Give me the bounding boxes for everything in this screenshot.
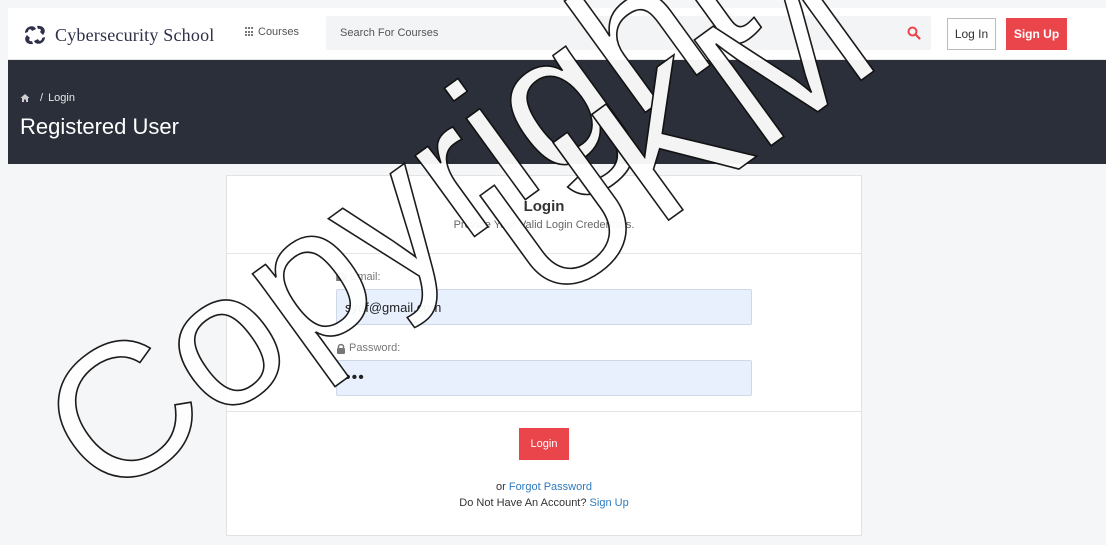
or-text: or bbox=[496, 481, 506, 493]
password-label-text: Password: bbox=[349, 342, 401, 354]
signup-button[interactable]: Sign Up bbox=[1006, 18, 1067, 50]
courses-label: Courses bbox=[258, 26, 299, 38]
brand[interactable]: Cybersecurity School bbox=[22, 22, 214, 48]
login-form: Email: Password: ••• bbox=[227, 254, 861, 412]
logo-icon bbox=[25, 25, 45, 45]
login-submit-button[interactable]: Login bbox=[519, 428, 569, 460]
page-banner: / Login Registered User bbox=[8, 60, 1106, 164]
forgot-password-line: or Forgot Password bbox=[227, 481, 861, 493]
no-account-text: Do Not Have An Account? bbox=[459, 497, 587, 509]
email-label: Email: bbox=[336, 271, 381, 283]
search-icon[interactable] bbox=[907, 26, 921, 40]
brand-name: Cybersecurity School bbox=[55, 24, 215, 45]
search-input[interactable] bbox=[326, 16, 886, 50]
breadcrumb: / Login bbox=[20, 92, 75, 104]
login-card: Login Provide Your Valid Login Credentia… bbox=[226, 175, 862, 536]
search-bar bbox=[326, 16, 931, 50]
card-title: Login bbox=[523, 198, 565, 215]
page-title: Registered User bbox=[20, 114, 179, 139]
courses-menu[interactable]: Courses bbox=[245, 26, 299, 38]
home-icon[interactable] bbox=[20, 93, 30, 103]
password-label: Password: bbox=[336, 342, 400, 354]
login-button[interactable]: Log In bbox=[947, 18, 996, 50]
envelope-icon bbox=[336, 273, 347, 281]
email-label-text: Email: bbox=[350, 271, 381, 283]
top-navbar: Cybersecurity School Courses Log In Sign… bbox=[8, 8, 1106, 60]
email-field[interactable] bbox=[336, 289, 752, 325]
card-subtitle: Provide Your Valid Login Credentials. bbox=[453, 219, 635, 231]
breadcrumb-current: Login bbox=[48, 92, 75, 104]
breadcrumb-separator: / bbox=[40, 92, 44, 104]
grid-icon bbox=[245, 27, 255, 37]
forgot-password-link[interactable]: Forgot Password bbox=[509, 481, 592, 493]
signup-link[interactable]: Sign Up bbox=[590, 497, 629, 509]
password-field[interactable]: ••• bbox=[336, 360, 752, 396]
lock-icon bbox=[337, 343, 345, 354]
signup-prompt-line: Do Not Have An Account? Sign Up bbox=[227, 497, 861, 509]
card-header: Login Provide Your Valid Login Credentia… bbox=[227, 176, 861, 254]
